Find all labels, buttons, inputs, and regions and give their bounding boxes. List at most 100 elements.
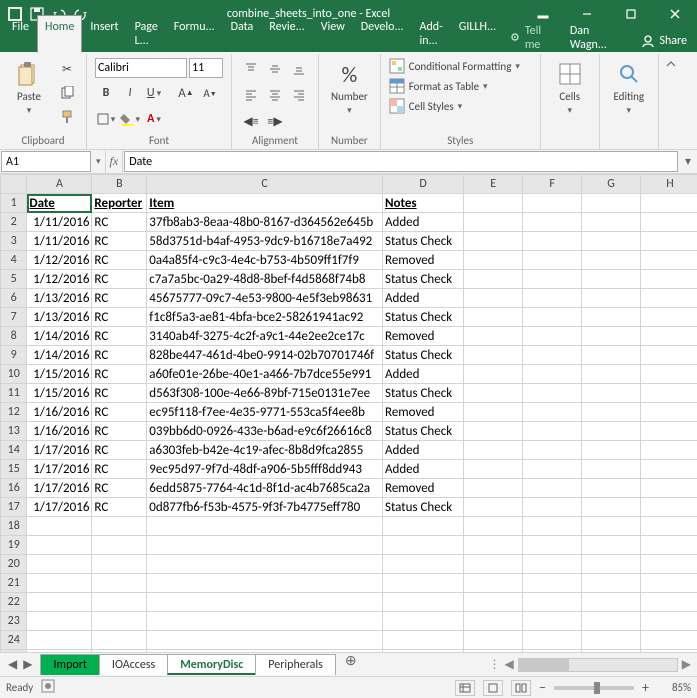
- cell[interactable]: d563f308-100e-4e66-89bf-715e0131e7ee: [147, 384, 383, 403]
- cell[interactable]: 1/17/2016: [27, 460, 92, 479]
- cell[interactable]: [582, 422, 641, 441]
- cell[interactable]: [641, 327, 697, 346]
- cell[interactable]: Removed: [382, 251, 463, 270]
- tab-data[interactable]: Data: [223, 15, 262, 52]
- fill-color-button[interactable]: [119, 108, 141, 130]
- decrease-indent-button[interactable]: ◀≡: [240, 110, 262, 132]
- cell[interactable]: [523, 460, 582, 479]
- cell[interactable]: [523, 213, 582, 232]
- bold-button[interactable]: B: [95, 82, 117, 104]
- cell[interactable]: [92, 593, 147, 612]
- cell[interactable]: [27, 536, 92, 555]
- sheet-tab-import[interactable]: Import: [40, 654, 99, 675]
- row-header[interactable]: 9: [1, 346, 27, 365]
- cell[interactable]: [464, 270, 523, 289]
- cell[interactable]: [582, 365, 641, 384]
- cell[interactable]: Reporter: [92, 194, 147, 213]
- cell[interactable]: [523, 631, 582, 650]
- cell[interactable]: [464, 612, 523, 631]
- cell[interactable]: [523, 403, 582, 422]
- cell[interactable]: [464, 384, 523, 403]
- cell[interactable]: 3140ab4f-3275-4c2f-a9c1-44e2ee2ce17c: [147, 327, 383, 346]
- cell[interactable]: [641, 612, 697, 631]
- cell[interactable]: 45675777-09c7-4e53-9800-4e5f3eb98631: [147, 289, 383, 308]
- row-header[interactable]: 15: [1, 460, 27, 479]
- cell[interactable]: [464, 327, 523, 346]
- font-name-input[interactable]: [95, 58, 187, 78]
- cell[interactable]: 1/17/2016: [27, 441, 92, 460]
- column-header-B[interactable]: B: [92, 175, 147, 194]
- cell[interactable]: [582, 536, 641, 555]
- cell[interactable]: [523, 422, 582, 441]
- cell[interactable]: [92, 612, 147, 631]
- row-header[interactable]: 1: [1, 194, 27, 213]
- italic-button[interactable]: I: [119, 82, 141, 104]
- cell[interactable]: Status Check: [382, 308, 463, 327]
- format-as-table-button[interactable]: Format as Table ▾: [389, 78, 520, 94]
- worksheet-grid[interactable]: ABCDEFGH 1DateReporterItemNotes21/11/201…: [0, 174, 697, 652]
- cell[interactable]: [641, 441, 697, 460]
- cell[interactable]: c7a7a5bc-0a29-48d8-8bef-f4d5868f74b8: [147, 270, 383, 289]
- row-header[interactable]: 4: [1, 251, 27, 270]
- cell[interactable]: [382, 555, 463, 574]
- editing-button[interactable]: Editing ▾: [608, 58, 650, 118]
- cell[interactable]: [464, 631, 523, 650]
- cell[interactable]: Notes: [382, 194, 463, 213]
- cell[interactable]: [523, 441, 582, 460]
- column-header-A[interactable]: A: [27, 175, 92, 194]
- row-header[interactable]: 5: [1, 270, 27, 289]
- zoom-out-button[interactable]: −: [539, 679, 546, 696]
- row-header[interactable]: 6: [1, 289, 27, 308]
- cell[interactable]: RC: [92, 232, 147, 251]
- cell[interactable]: [582, 384, 641, 403]
- cell[interactable]: [523, 251, 582, 270]
- cell[interactable]: Status Check: [382, 422, 463, 441]
- page-layout-view-button[interactable]: [483, 680, 503, 696]
- expand-formula-bar-icon[interactable]: ▾: [679, 150, 697, 173]
- tab-view[interactable]: View: [313, 15, 353, 52]
- tab-home[interactable]: Home: [37, 15, 82, 53]
- cell[interactable]: [523, 384, 582, 403]
- cell[interactable]: 1/17/2016: [27, 479, 92, 498]
- row-header[interactable]: 17: [1, 498, 27, 517]
- cell[interactable]: [641, 251, 697, 270]
- cell[interactable]: [582, 327, 641, 346]
- cell[interactable]: RC: [92, 441, 147, 460]
- cell[interactable]: RC: [92, 327, 147, 346]
- column-header-C[interactable]: C: [147, 175, 383, 194]
- increase-font-button[interactable]: A▲: [175, 82, 197, 104]
- cell[interactable]: [147, 631, 383, 650]
- cell[interactable]: Date: [27, 194, 92, 213]
- tab-pagel[interactable]: Page L...: [127, 15, 166, 52]
- cell[interactable]: [582, 346, 641, 365]
- cell[interactable]: [523, 365, 582, 384]
- row-header[interactable]: 19: [1, 536, 27, 555]
- fx-icon[interactable]: fx: [110, 154, 119, 169]
- row-header[interactable]: 14: [1, 441, 27, 460]
- row-header[interactable]: 22: [1, 593, 27, 612]
- cell[interactable]: RC: [92, 251, 147, 270]
- increase-indent-button[interactable]: ≡▶: [264, 110, 286, 132]
- font-color-button[interactable]: A: [143, 108, 165, 130]
- cell[interactable]: [464, 213, 523, 232]
- cell[interactable]: [523, 536, 582, 555]
- horizontal-scrollbar[interactable]: [518, 658, 678, 672]
- cell[interactable]: [582, 232, 641, 251]
- cell[interactable]: [382, 574, 463, 593]
- cell[interactable]: [464, 422, 523, 441]
- cell[interactable]: [382, 593, 463, 612]
- cell[interactable]: [464, 536, 523, 555]
- cell[interactable]: 1/14/2016: [27, 346, 92, 365]
- cell[interactable]: Removed: [382, 403, 463, 422]
- row-header[interactable]: 3: [1, 232, 27, 251]
- cell[interactable]: [523, 308, 582, 327]
- cell[interactable]: RC: [92, 498, 147, 517]
- cell[interactable]: [641, 555, 697, 574]
- row-header[interactable]: 16: [1, 479, 27, 498]
- cell[interactable]: [92, 517, 147, 536]
- cell[interactable]: 828be447-461d-4be0-9914-02b70701746f: [147, 346, 383, 365]
- cell[interactable]: 1/12/2016: [27, 270, 92, 289]
- cell[interactable]: Item: [147, 194, 383, 213]
- cell[interactable]: [464, 251, 523, 270]
- cell[interactable]: [641, 536, 697, 555]
